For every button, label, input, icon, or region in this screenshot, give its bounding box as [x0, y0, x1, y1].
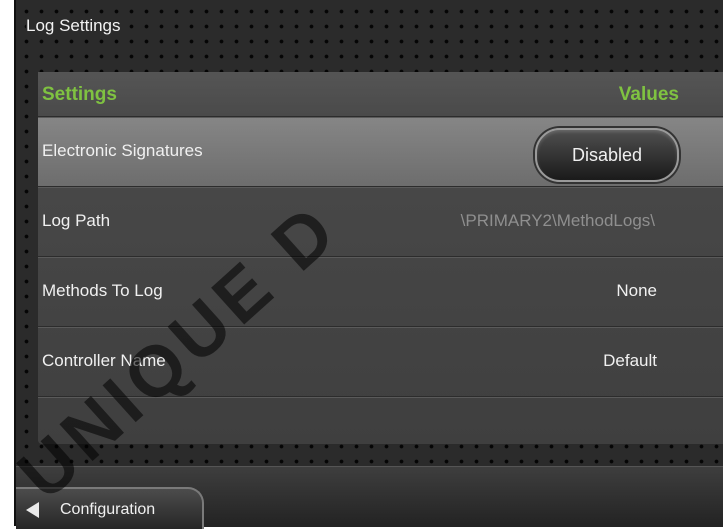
back-label: Configuration	[60, 501, 156, 518]
row-label: Log Path	[42, 211, 111, 230]
empty-row	[38, 396, 723, 445]
log-path-value: \PRIMARY2\MethodLogs\	[460, 211, 655, 230]
title-bar: Log Settings	[16, 0, 723, 52]
controller-name-value: Default	[603, 351, 657, 370]
row-log-path[interactable]: Log Path \PRIMARY2\MethodLogs\	[38, 186, 723, 256]
row-controller-name[interactable]: Controller Name Default	[38, 326, 723, 396]
row-label: Electronic Signatures	[42, 141, 203, 160]
back-configuration-button[interactable]: Configuration	[16, 487, 204, 529]
app-frame: Log Settings Settings Values Electronic …	[14, 0, 723, 529]
triangle-left-icon	[26, 502, 39, 518]
methods-to-log-value: None	[616, 281, 657, 300]
window-title: Log Settings	[26, 16, 129, 36]
settings-table: Settings Values Electronic Signatures Di…	[38, 72, 723, 444]
electronic-signatures-button[interactable]: Disabled	[535, 128, 679, 182]
row-electronic-signatures[interactable]: Electronic Signatures Disabled	[38, 116, 723, 186]
header-settings: Settings	[42, 84, 117, 105]
row-label: Controller Name	[42, 351, 166, 370]
header-values: Values	[618, 84, 679, 105]
bottom-nav-bar: Configuration	[16, 466, 723, 529]
row-label: Methods To Log	[42, 281, 163, 300]
row-methods-to-log[interactable]: Methods To Log None	[38, 256, 723, 326]
table-header: Settings Values	[38, 72, 723, 116]
